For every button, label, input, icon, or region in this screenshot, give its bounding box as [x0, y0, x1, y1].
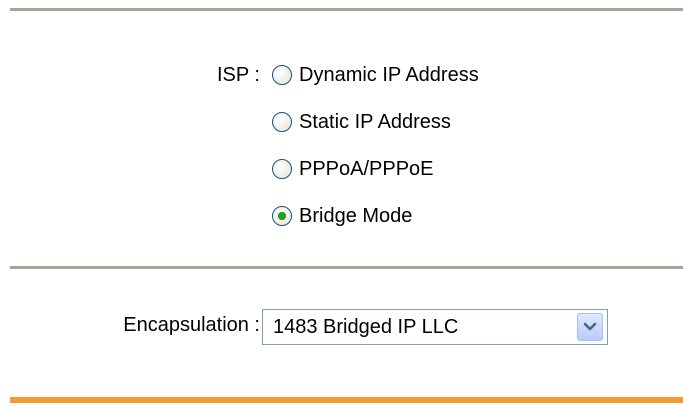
- radio-pppoa-pppoe-label: PPPoA/PPPoE: [299, 157, 434, 180]
- radio-bridge-mode[interactable]: Bridge Mode: [272, 202, 412, 230]
- chevron-down-icon[interactable]: [577, 313, 603, 341]
- radio-button-unselected-icon[interactable]: [272, 112, 292, 132]
- radio-selected-dot-icon: [278, 212, 286, 220]
- radio-button-unselected-icon[interactable]: [272, 65, 292, 85]
- radio-button-unselected-icon[interactable]: [272, 159, 292, 179]
- radio-pppoa-pppoe[interactable]: PPPoA/PPPoE: [272, 155, 434, 183]
- encapsulation-select[interactable]: 1483 Bridged IP LLC: [262, 309, 608, 345]
- radio-button-selected-icon[interactable]: [272, 206, 292, 226]
- encapsulation-label: Encapsulation :: [123, 314, 260, 336]
- radio-static-ip-label: Static IP Address: [299, 110, 451, 133]
- isp-label: ISP :: [217, 64, 260, 86]
- radio-bridge-mode-label: Bridge Mode: [299, 204, 413, 227]
- middle-divider: [10, 266, 683, 269]
- top-divider: [10, 8, 683, 11]
- encapsulation-select-value: 1483 Bridged IP LLC: [273, 315, 459, 338]
- chevron-down-glyph: [583, 322, 597, 331]
- radio-static-ip[interactable]: Static IP Address: [272, 108, 451, 136]
- bottom-divider: [10, 397, 683, 403]
- radio-dynamic-ip[interactable]: Dynamic IP Address: [272, 61, 479, 89]
- radio-dynamic-ip-label: Dynamic IP Address: [299, 63, 479, 86]
